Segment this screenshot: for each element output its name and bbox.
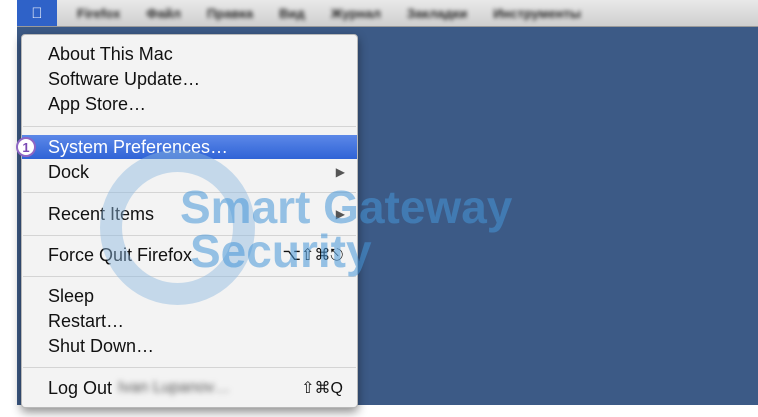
menu-item-app-store[interactable]: App Store… bbox=[22, 92, 357, 116]
menu-separator bbox=[23, 126, 356, 127]
menu-firefox[interactable]: Firefox bbox=[77, 6, 120, 21]
log-out-shortcut: ⇧⌘Q bbox=[301, 380, 343, 397]
menu-edit[interactable]: Правка bbox=[207, 6, 253, 21]
step-badge: 1 bbox=[16, 137, 36, 157]
menu-item-label: App Store… bbox=[48, 93, 147, 114]
watermark-line2: Security bbox=[190, 225, 372, 277]
apple-menu-button[interactable]:  bbox=[17, 0, 57, 26]
watermark-line1: Smart Gateway bbox=[180, 181, 513, 233]
menu-item-label: Sleep bbox=[48, 285, 95, 306]
menu-item-label: Log Out bbox=[48, 377, 113, 398]
menu-file[interactable]: Файл bbox=[146, 6, 181, 21]
menu-bar:  Firefox Файл Правка Вид Журнал Закладк… bbox=[17, 0, 758, 27]
menu-history[interactable]: Журнал bbox=[331, 6, 381, 21]
menu-bookmarks[interactable]: Закладки bbox=[407, 6, 467, 21]
menu-item-restart[interactable]: Restart… bbox=[22, 309, 357, 333]
apple-icon:  bbox=[31, 5, 42, 22]
log-out-username: Ivan Lupanov… bbox=[118, 379, 231, 396]
menu-item-about[interactable]: About This Mac bbox=[22, 42, 357, 66]
menu-item-shut-down[interactable]: Shut Down… bbox=[22, 334, 357, 358]
menu-tools[interactable]: Инструменты bbox=[493, 6, 581, 21]
watermark: Smart Gateway Security bbox=[180, 181, 513, 277]
menu-separator bbox=[23, 367, 356, 368]
submenu-arrow-icon: ▶ bbox=[335, 165, 345, 179]
menu-item-label: Shut Down… bbox=[48, 335, 155, 356]
menu-item-label: About This Mac bbox=[48, 43, 173, 64]
menu-item-label: Restart… bbox=[48, 310, 125, 331]
menu-item-software-update[interactable]: Software Update… bbox=[22, 67, 357, 91]
menu-item-label: Software Update… bbox=[48, 68, 201, 89]
menu-view[interactable]: Вид bbox=[279, 6, 305, 21]
menu-bar-items: Firefox Файл Правка Вид Журнал Закладки … bbox=[57, 6, 581, 21]
menu-item-label: Dock bbox=[48, 161, 90, 182]
menu-item-log-out[interactable]: Log Out Ivan Lupanov… ⇧⌘Q bbox=[22, 376, 357, 400]
